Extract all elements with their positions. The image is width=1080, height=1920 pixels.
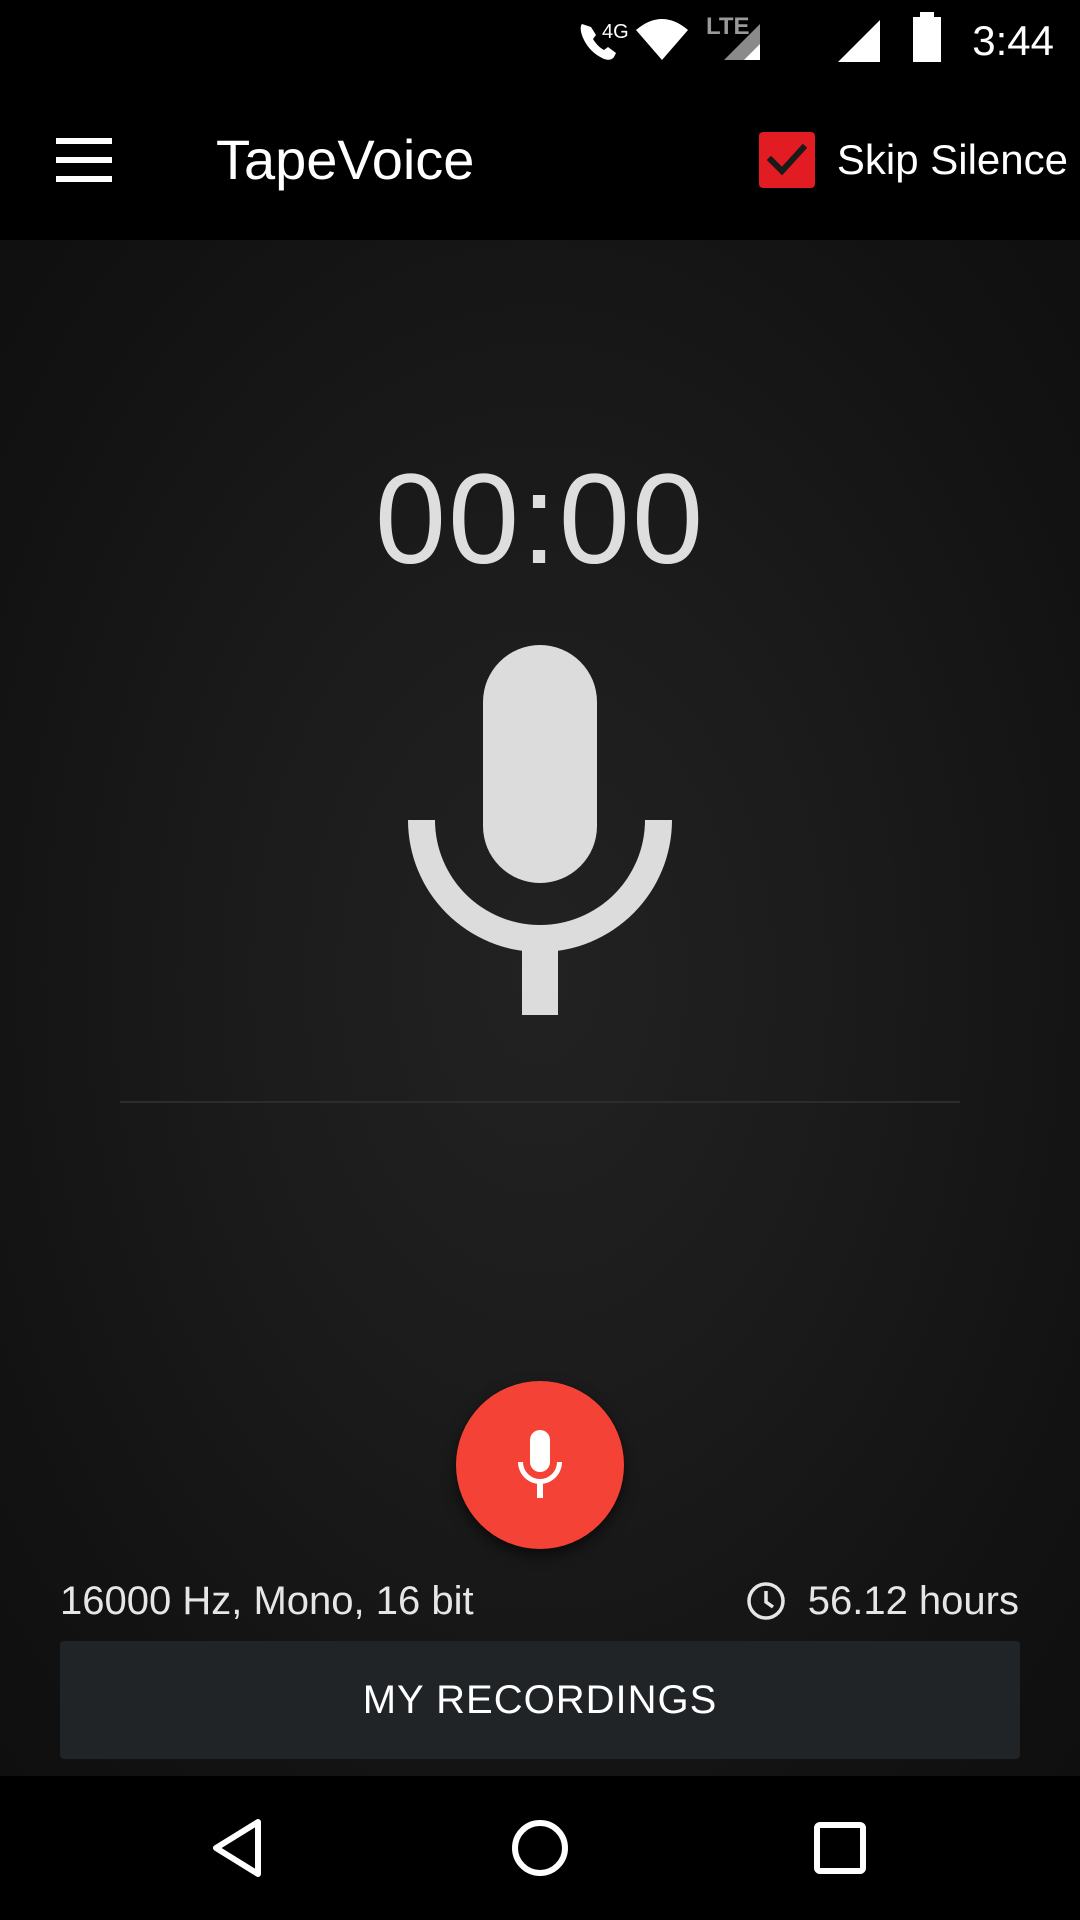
back-icon[interactable] — [200, 1808, 280, 1888]
status-bar: 4G LTE 3:44 — [0, 0, 1080, 80]
skip-silence-checkbox[interactable] — [758, 132, 815, 188]
wifi-calling-icon: 4G — [580, 21, 629, 60]
recorder-panel: 00:00 16000 Hz, Mono, 16 bit 56.12 hours… — [0, 240, 1080, 1776]
battery-icon — [913, 12, 941, 62]
app-title: TapeVoice — [216, 128, 475, 191]
recording-timer: 00:00 — [374, 448, 706, 591]
app-bar: TapeVoice Skip Silence — [0, 80, 1080, 240]
lte-signal-icon: LTE — [706, 13, 760, 60]
remaining-time-text: 56.12 hours — [807, 1578, 1019, 1623]
clock-icon — [746, 1582, 785, 1620]
checkmark-icon — [766, 143, 808, 176]
my-recordings-button[interactable]: MY RECORDINGS — [60, 1641, 1020, 1759]
my-recordings-label: MY RECORDINGS — [362, 1677, 718, 1722]
navigation-bar — [0, 1776, 1080, 1920]
audio-level-line — [120, 1101, 960, 1103]
microphone-small-icon — [518, 1430, 562, 1498]
microphone-icon — [408, 645, 672, 1015]
wifi-icon — [636, 19, 688, 60]
status-time: 3:44 — [972, 17, 1054, 64]
recents-icon[interactable] — [800, 1808, 880, 1888]
hamburger-menu-icon[interactable] — [40, 120, 128, 200]
network-label: 4G — [602, 21, 629, 43]
remaining-time: 56.12 hours — [746, 1573, 1019, 1629]
skip-silence-toggle[interactable]: Skip Silence — [758, 128, 1068, 192]
lte-label: LTE — [706, 13, 750, 40]
cell-signal-icon — [838, 20, 880, 62]
home-icon[interactable] — [500, 1808, 580, 1888]
skip-silence-label: Skip Silence — [836, 136, 1068, 183]
record-button[interactable] — [456, 1381, 624, 1549]
audio-format-info: 16000 Hz, Mono, 16 bit — [60, 1579, 474, 1623]
screen: 4G LTE 3:44 TapeVoice Skip Silence 00:00… — [0, 0, 1080, 1920]
